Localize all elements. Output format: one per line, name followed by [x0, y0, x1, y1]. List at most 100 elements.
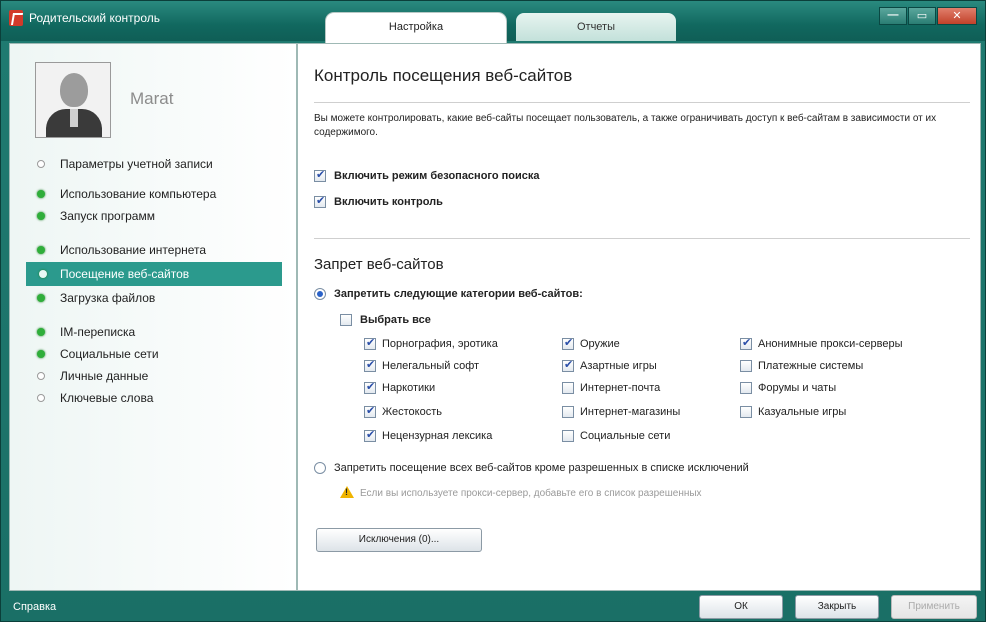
sidebar: Marat Параметры учетной записи Использов…	[9, 43, 297, 591]
category-checkbox[interactable]	[364, 380, 376, 394]
status-on-icon	[37, 350, 45, 358]
tab-reports[interactable]: Отчеты	[516, 13, 676, 41]
proxy-hint: Если вы используете прокси-сервер, добав…	[360, 488, 702, 499]
ok-button[interactable]: ОК	[699, 595, 783, 619]
category-label[interactable]: Нецензурная лексика	[382, 430, 492, 442]
category-checkbox[interactable]	[740, 360, 752, 372]
sidebar-item-label: Использование интернета	[60, 243, 207, 257]
sidebar-item-label: Параметры учетной записи	[60, 157, 213, 171]
safe-search-label[interactable]: Включить режим безопасного поиска	[334, 170, 540, 182]
enable-control-label[interactable]: Включить контроль	[334, 196, 443, 208]
status-on-icon	[37, 190, 45, 198]
status-off-icon	[37, 394, 45, 402]
category-checkbox[interactable]	[562, 382, 574, 394]
exclusions-button[interactable]: Исключения (0)...	[316, 528, 482, 552]
close-icon: ✕	[952, 10, 962, 22]
apply-button[interactable]: Применить	[891, 595, 977, 619]
sidebar-item-website-visits[interactable]: Посещение веб-сайтов	[26, 262, 282, 286]
category-checkbox[interactable]	[562, 430, 574, 442]
parental-control-window: Родительский контроль Отчеты Настройка —…	[0, 0, 986, 622]
help-link[interactable]: Справка	[13, 601, 56, 613]
sidebar-item-account-settings[interactable]: Параметры учетной записи	[10, 152, 296, 176]
block-all-radio[interactable]	[314, 462, 326, 474]
avatar-tie-shape	[70, 109, 78, 127]
category-checkbox[interactable]	[364, 404, 376, 418]
sidebar-item-social-networks[interactable]: Социальные сети	[10, 342, 296, 366]
section-title: Запрет веб-сайтов	[314, 256, 444, 273]
user-name: Marat	[130, 89, 174, 108]
sidebar-item-label: IM-переписка	[60, 325, 136, 339]
status-off-icon	[37, 372, 45, 380]
category-label[interactable]: Наркотики	[382, 382, 435, 394]
status-on-icon	[37, 212, 45, 220]
category-checkbox[interactable]	[740, 336, 752, 350]
sidebar-item-label: Социальные сети	[60, 347, 159, 361]
category-label[interactable]: Порнография, эротика	[382, 338, 498, 350]
status-off-icon	[37, 160, 45, 168]
tab-settings[interactable]: Настройка	[326, 13, 506, 43]
category-checkbox[interactable]	[364, 428, 376, 442]
category-checkbox[interactable]	[364, 336, 376, 350]
category-label[interactable]: Интернет-почта	[580, 382, 660, 394]
window-controls: — ▭ ✕	[878, 7, 977, 27]
close-window-button[interactable]: ✕	[937, 7, 977, 25]
minimize-icon: —	[887, 9, 899, 21]
category-label[interactable]: Социальные сети	[580, 430, 670, 442]
block-categories-label[interactable]: Запретить следующие категории веб-сайтов…	[334, 288, 583, 300]
sidebar-item-label: Личные данные	[60, 369, 149, 383]
category-label[interactable]: Азартные игры	[580, 360, 657, 372]
category-label[interactable]: Оружие	[580, 338, 620, 350]
title-bar[interactable]: Родительский контроль Отчеты Настройка —…	[1, 1, 985, 43]
category-label[interactable]: Интернет-магазины	[580, 406, 680, 418]
sidebar-item-label: Запуск программ	[60, 209, 155, 223]
category-label[interactable]: Форумы и чаты	[758, 382, 836, 394]
sidebar-item-im-messaging[interactable]: IM-переписка	[10, 320, 296, 344]
close-button[interactable]: Закрыть	[795, 595, 879, 619]
category-checkbox[interactable]	[364, 358, 376, 372]
category-label[interactable]: Казуальные игры	[758, 406, 846, 418]
category-checkbox[interactable]	[562, 358, 574, 372]
category-label[interactable]: Жестокость	[382, 406, 442, 418]
status-on-icon	[37, 328, 45, 336]
category-label[interactable]: Нелегальный софт	[382, 360, 479, 372]
avatar-head-shape	[60, 73, 88, 107]
divider	[314, 238, 970, 239]
category-checkbox[interactable]	[740, 406, 752, 418]
avatar[interactable]	[35, 62, 111, 138]
safe-search-checkbox[interactable]	[314, 168, 326, 182]
sidebar-item-internet-usage[interactable]: Использование интернета	[10, 238, 296, 262]
minimize-button[interactable]: —	[879, 7, 907, 25]
status-on-icon	[37, 294, 45, 302]
sidebar-item-label: Загрузка файлов	[60, 291, 156, 305]
category-checkbox[interactable]	[562, 336, 574, 350]
sidebar-item-computer-usage[interactable]: Использование компьютера	[10, 182, 296, 206]
block-all-label[interactable]: Запретить посещение всех веб-сайтов кром…	[334, 462, 749, 474]
select-all-checkbox[interactable]	[340, 314, 352, 326]
category-checkbox[interactable]	[740, 382, 752, 394]
status-on-icon	[37, 246, 45, 254]
maximize-button[interactable]: ▭	[908, 7, 936, 25]
category-label[interactable]: Анонимные прокси-серверы	[758, 338, 903, 350]
warning-icon	[340, 486, 354, 498]
enable-control-checkbox[interactable]	[314, 194, 326, 208]
status-on-icon	[39, 270, 47, 278]
page-title: Контроль посещения веб-сайтов	[314, 66, 573, 85]
sidebar-item-personal-data[interactable]: Личные данные	[10, 364, 296, 388]
footer-bar: Справка ОК Закрыть Применить	[1, 593, 985, 621]
maximize-icon: ▭	[916, 10, 928, 22]
select-all-label[interactable]: Выбрать все	[360, 314, 431, 326]
block-categories-radio[interactable]	[314, 288, 326, 300]
main-panel: Контроль посещения веб-сайтов Вы можете …	[297, 43, 981, 591]
page-description: Вы можете контролировать, какие веб-сайт…	[314, 113, 937, 138]
window-title: Родительский контроль	[29, 11, 160, 25]
divider	[314, 102, 970, 103]
sidebar-item-file-downloads[interactable]: Загрузка файлов	[10, 286, 296, 310]
sidebar-item-program-launch[interactable]: Запуск программ	[10, 204, 296, 228]
sidebar-item-label: Посещение веб-сайтов	[60, 267, 190, 281]
sidebar-item-label: Ключевые слова	[60, 391, 154, 405]
sidebar-item-label: Использование компьютера	[60, 187, 217, 201]
category-checkbox[interactable]	[562, 406, 574, 418]
sidebar-item-keywords[interactable]: Ключевые слова	[10, 386, 296, 410]
app-logo-icon	[9, 10, 23, 26]
category-label[interactable]: Платежные системы	[758, 360, 863, 372]
